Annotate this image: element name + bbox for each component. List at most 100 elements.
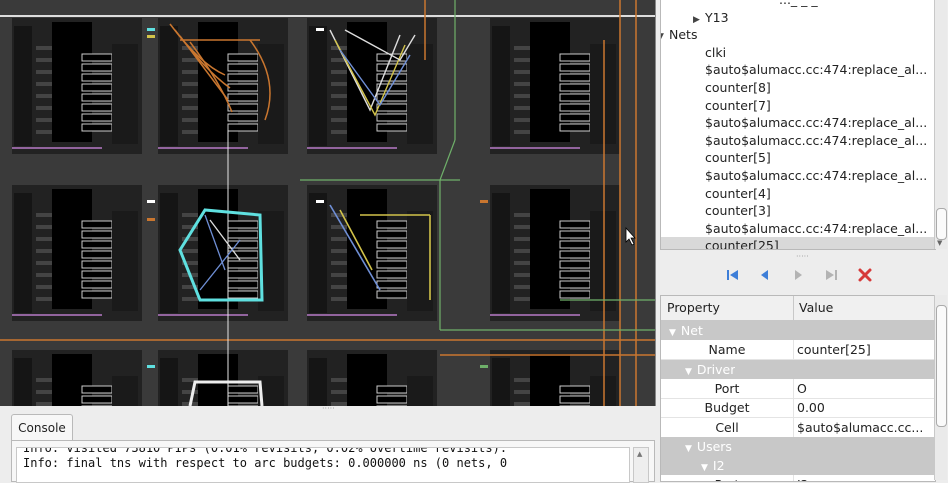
tree-item-label: counter[7]	[705, 97, 771, 113]
clear-icon[interactable]	[856, 266, 874, 284]
property-scroll-thumb[interactable]	[936, 305, 947, 427]
tile-pin	[514, 237, 532, 241]
column-header-property[interactable]: Property	[667, 300, 720, 315]
logic-cell	[81, 270, 113, 279]
tree-item-label: Y13	[705, 9, 729, 25]
indicator-bar	[316, 200, 324, 203]
tile-pin	[36, 58, 54, 62]
indicator-bar	[147, 218, 155, 221]
tile-pin	[331, 285, 349, 289]
logic-cell	[559, 83, 591, 92]
logic-cell	[81, 260, 113, 269]
fpga-canvas[interactable]	[0, 0, 656, 406]
tree-item[interactable]: $auto$alumacc.cc:474:replace_al...	[661, 132, 935, 150]
logic-cell	[559, 385, 591, 394]
logic-cell	[81, 280, 113, 289]
console-output[interactable]: Info: visited 73810 PIPs (0.01% revisits…	[16, 447, 630, 483]
tree-item[interactable]: clki	[661, 44, 935, 62]
tile-pin	[331, 390, 349, 394]
property-value: counter[25]	[797, 342, 871, 358]
logic-cell	[227, 220, 259, 229]
tile-pin	[36, 285, 54, 289]
tree-item-label: counter[3]	[705, 203, 771, 219]
scroll-up-icon[interactable]: ▲	[637, 450, 642, 458]
logic-cell	[227, 250, 259, 259]
property-group[interactable]: ▼ I2	[661, 456, 935, 476]
fpga-layout[interactable]	[0, 0, 655, 406]
tile-pin	[514, 273, 532, 277]
logic-cell	[81, 220, 113, 229]
tree-item[interactable]: counter[8]	[661, 79, 935, 97]
next-icon[interactable]	[789, 266, 807, 284]
logic-cell	[81, 230, 113, 239]
property-row[interactable]: Budget 0.00	[661, 398, 935, 419]
prev-icon[interactable]	[756, 266, 774, 284]
tile-pin	[36, 106, 54, 110]
property-group[interactable]: ▼ Users	[661, 436, 935, 456]
property-group-label: Users	[696, 438, 732, 454]
tile-right-bus	[112, 211, 138, 311]
property-row[interactable]: Cell $auto$alumacc.cc...	[661, 417, 935, 438]
tab-console[interactable]: Console	[11, 414, 73, 441]
tree-item[interactable]: $auto$alumacc.cc:474:replace_al...	[661, 167, 935, 185]
logic-cell	[376, 270, 408, 279]
switch-box	[492, 193, 510, 313]
property-table[interactable]: Property Value ▼ Net Name counter[25] ▼ Drive…	[660, 295, 936, 482]
tree-item[interactable]: counter[5]	[661, 149, 935, 167]
logic-cell	[559, 290, 591, 299]
logic-cell	[376, 385, 408, 394]
logic-cell	[559, 93, 591, 102]
logic-cell	[81, 385, 113, 394]
tile-pin	[182, 106, 200, 110]
expander-icon[interactable]: ▼	[661, 28, 669, 44]
expander-icon[interactable]: ▼	[669, 328, 676, 338]
last-icon[interactable]	[822, 266, 840, 284]
tree-item[interactable]: $auto$alumacc.cc:474:replace_al...	[661, 220, 935, 238]
scroll-down-icon[interactable]: ▼	[937, 239, 942, 247]
tile-pin	[182, 94, 200, 98]
property-row[interactable]: PortI2	[661, 475, 935, 481]
logic-cell	[227, 385, 259, 394]
column-header-value[interactable]: Value	[799, 300, 833, 315]
tree-item-label: clki	[705, 44, 727, 60]
tree-item[interactable]: counter[3]	[661, 202, 935, 220]
console-scrollbar[interactable]: ▲	[633, 447, 649, 483]
tree-item[interactable]: counter[7]	[661, 97, 935, 115]
tile-pin	[514, 297, 532, 301]
logic-cell	[559, 113, 591, 122]
tile-right-bus	[407, 376, 433, 406]
tree-item[interactable]: counter[25]	[661, 237, 935, 249]
expander-icon[interactable]: ▼	[701, 463, 708, 473]
splitter-handle[interactable]: ·····	[322, 405, 335, 413]
first-icon[interactable]	[724, 266, 742, 284]
expander-icon[interactable]: ▶	[693, 11, 705, 27]
tree-item[interactable]: ▼Nets	[661, 26, 935, 44]
tree-item[interactable]: $auto$alumacc.cc:474:replace_al...	[661, 61, 935, 79]
property-row[interactable]: Port O	[661, 378, 935, 399]
design-tree[interactable]: ..._ _ _▶Y13▼Netsclki$auto$alumacc.cc:47…	[660, 0, 936, 250]
property-table-header: Property Value	[661, 296, 935, 321]
property-scrollbar[interactable]	[934, 295, 947, 480]
logic-cell	[81, 290, 113, 299]
splitter-handle[interactable]: ·····	[796, 252, 809, 261]
tree-scrollbar[interactable]: ▼	[934, 0, 947, 249]
tree-item[interactable]: counter[4]	[661, 185, 935, 203]
expander-icon[interactable]: ▼	[685, 444, 692, 454]
indicator-bar	[480, 365, 488, 368]
logic-cell	[559, 230, 591, 239]
expander-icon[interactable]: ▼	[685, 367, 692, 377]
property-group[interactable]: ▼ Driver	[661, 359, 935, 379]
tile-pin	[36, 297, 54, 301]
tree-item[interactable]: ▶ Y13	[661, 9, 935, 27]
tree-item[interactable]: $auto$alumacc.cc:474:replace_al...	[661, 114, 935, 132]
property-row[interactable]: Name counter[25]	[661, 340, 935, 361]
logic-cell	[559, 280, 591, 289]
tile-pin	[182, 118, 200, 122]
indicator-bar	[147, 28, 155, 31]
property-group[interactable]: ▼ Net	[661, 321, 935, 340]
tree-scroll-thumb[interactable]	[936, 208, 947, 240]
tile-pin	[331, 130, 349, 134]
tile-pin	[514, 130, 532, 134]
logic-cell	[376, 250, 408, 259]
tile-pin	[331, 118, 349, 122]
